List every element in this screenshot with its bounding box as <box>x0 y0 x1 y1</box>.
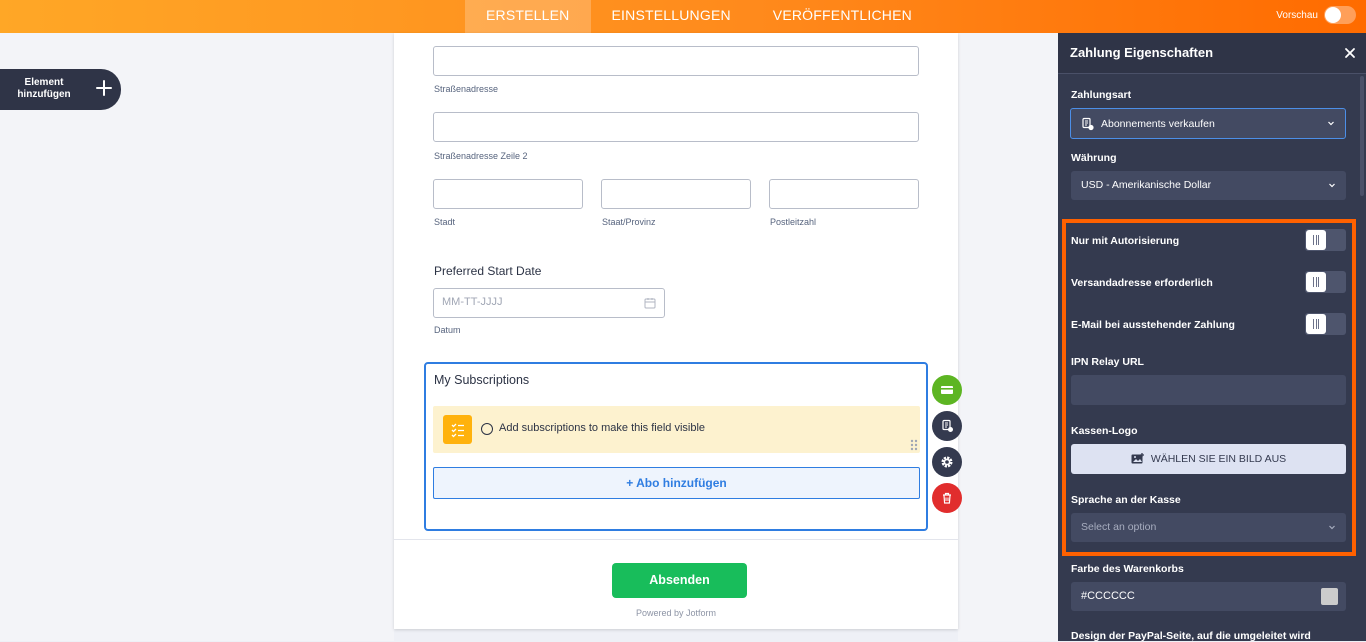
currency-select[interactable]: USD - Amerikanische Dollar <box>1071 171 1346 200</box>
product-list-button[interactable] <box>932 411 962 441</box>
payment-type-label: Zahlungsart <box>1071 89 1132 101</box>
panel-scrollbar[interactable] <box>1360 76 1364 196</box>
chevron-down-icon <box>1328 121 1334 126</box>
panel-title: Zahlung Eigenschaften <box>1070 45 1214 60</box>
tab-veroeffentlichen[interactable]: VERÖFFENTLICHEN <box>752 0 933 33</box>
tab-einstellungen[interactable]: EINSTELLUNGEN <box>591 0 752 33</box>
add-element-label: Element hinzufügen <box>17 77 71 100</box>
main-tabs: ERSTELLEN EINSTELLUNGEN VERÖFFENTLICHEN <box>465 0 933 33</box>
street-address-sublabel: Straßenadresse <box>434 84 499 94</box>
ipn-relay-input[interactable] <box>1071 375 1346 405</box>
payment-type-select[interactable]: Abonnements verkaufen <box>1070 108 1346 139</box>
add-subscription-button[interactable]: + Abo hinzufügen <box>433 467 920 499</box>
chevron-down-icon <box>1329 525 1335 530</box>
checkout-language-select[interactable]: Select an option <box>1071 513 1346 542</box>
date-placeholder: MM-TT-JJJJ <box>442 296 503 308</box>
canvas-background-left <box>0 33 394 641</box>
canvas-background-right <box>958 33 1058 641</box>
street-address-line2-sublabel: Straßenadresse Zeile 2 <box>434 151 528 161</box>
preview-label: Vorschau <box>1276 9 1318 21</box>
image-icon <box>1131 453 1144 464</box>
preview-control: Vorschau <box>1276 6 1356 24</box>
coins-icon <box>1082 117 1094 131</box>
drag-handle-icon[interactable] <box>910 439 918 451</box>
close-icon[interactable] <box>1344 47 1356 59</box>
tab-erstellen[interactable]: ERSTELLEN <box>465 0 591 33</box>
zip-sublabel: Postleitzahl <box>770 217 817 227</box>
state-sublabel: Staat/Provinz <box>602 217 656 227</box>
toggle-email[interactable] <box>1305 313 1346 335</box>
add-element-button[interactable]: Element hinzufügen <box>0 69 121 110</box>
powered-by-text: Powered by Jotform <box>635 608 717 618</box>
subscriptions-notice: Add subscriptions to make this field vis… <box>433 406 920 453</box>
checkout-language-placeholder: Select an option <box>1081 521 1157 533</box>
toggle-authorization-label: Nur mit Autorisierung <box>1071 235 1180 247</box>
street-address-line2-input[interactable] <box>433 112 919 142</box>
date-question-label: Preferred Start Date <box>434 264 542 278</box>
payment-settings-button[interactable] <box>932 375 962 405</box>
paypal-design-label: Design der PayPal-Seite, auf die umgelei… <box>1071 630 1311 642</box>
city-sublabel: Stadt <box>434 217 456 227</box>
trash-icon <box>943 492 951 504</box>
toggle-authorization[interactable] <box>1305 229 1346 251</box>
field-properties-button[interactable] <box>932 447 962 477</box>
city-input[interactable] <box>433 179 583 209</box>
subscriptions-title: My Subscriptions <box>434 373 530 387</box>
state-input[interactable] <box>601 179 751 209</box>
date-sublabel: Datum <box>434 325 461 335</box>
toggle-email-label: E-Mail bei ausstehender Zahlung <box>1071 319 1235 331</box>
currency-label: Währung <box>1071 152 1117 164</box>
plus-icon <box>96 80 112 96</box>
checkout-logo-label: Kassen-Logo <box>1071 425 1138 437</box>
toggle-shipping[interactable] <box>1305 271 1346 293</box>
radio-circle-icon <box>481 423 493 435</box>
cart-color-label: Farbe des Warenkorbs <box>1071 563 1184 575</box>
payment-type-value: Abonnements verkaufen <box>1101 117 1215 130</box>
payment-properties-panel: Zahlung Eigenschaften Zahlungsart Abonne… <box>1058 33 1366 642</box>
date-input[interactable]: MM-TT-JJJJ <box>433 288 665 318</box>
cart-color-input[interactable]: #CCCCCC <box>1071 582 1346 611</box>
chevron-down-icon <box>1329 183 1335 188</box>
choose-image-label: WÄHLEN SIE EIN BILD AUS <box>1150 453 1287 465</box>
top-bar: ERSTELLEN EINSTELLUNGEN VERÖFFENTLICHEN … <box>0 0 1366 33</box>
toggle-shipping-label: Versandadresse erforderlich <box>1071 277 1213 289</box>
calendar-icon[interactable] <box>644 297 656 309</box>
preview-toggle[interactable] <box>1324 6 1356 24</box>
gear-icon <box>941 456 953 468</box>
street-address-input[interactable] <box>433 46 919 76</box>
submit-button[interactable]: Absenden <box>612 563 747 598</box>
panel-header: Zahlung Eigenschaften <box>1058 33 1366 74</box>
subscriptions-notice-text: Add subscriptions to make this field vis… <box>499 422 706 434</box>
delete-field-button[interactable] <box>932 483 962 513</box>
list-icon <box>443 415 472 444</box>
credit-card-icon <box>941 386 953 394</box>
cart-color-value: #CCCCCC <box>1081 590 1135 602</box>
checkout-language-label: Sprache an der Kasse <box>1071 494 1181 506</box>
ipn-relay-label: IPN Relay URL <box>1071 356 1144 368</box>
coins-icon <box>942 419 953 432</box>
choose-image-button[interactable]: WÄHLEN SIE EIN BILD AUS <box>1071 444 1346 474</box>
color-swatch[interactable] <box>1321 588 1338 605</box>
zip-input[interactable] <box>769 179 919 209</box>
form-divider <box>394 539 958 540</box>
subscriptions-field[interactable]: My Subscriptions Add subscriptions to ma… <box>424 362 928 531</box>
form-canvas: Straßenadresse Straßenadresse Zeile 2 St… <box>394 33 958 629</box>
currency-value: USD - Amerikanische Dollar <box>1081 179 1212 191</box>
